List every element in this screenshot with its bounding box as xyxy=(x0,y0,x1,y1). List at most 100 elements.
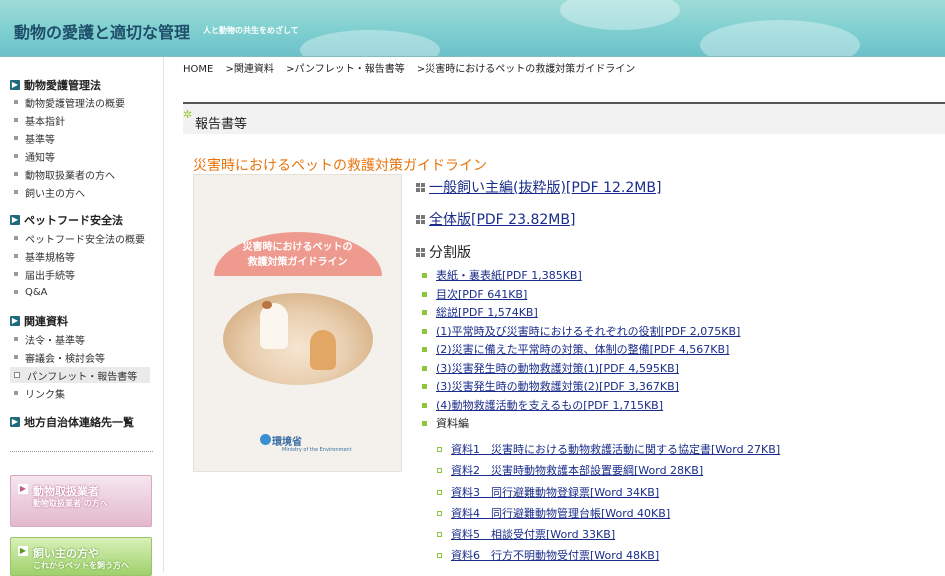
sidebar-divider xyxy=(10,451,153,452)
bullet-icon xyxy=(14,337,18,341)
part-link[interactable]: (4)動物救護活動を支えるもの[PDF 1,715KB] xyxy=(436,397,663,413)
breadcrumb-related[interactable]: >関連資料 xyxy=(226,64,274,75)
bullet-icon xyxy=(14,372,20,378)
arrow-right-icon: ▶ xyxy=(18,546,28,556)
arrow-right-icon: ▶ xyxy=(10,215,20,225)
bullet-icon xyxy=(14,290,18,294)
shiryo-link[interactable]: 資料1 災害時における動物救護活動に関する協定書[Word 27KB] xyxy=(451,441,780,457)
grid-bullet-icon xyxy=(416,214,425,224)
shiryo-link[interactable]: 資料2 災害時動物救護本部設置要綱[Word 28KB] xyxy=(451,462,703,478)
part-item: 表紙・裏表紙[PDF 1,385KB] xyxy=(422,267,582,283)
sidebar-item[interactable]: 基本指針 xyxy=(14,112,65,128)
outline-square-icon xyxy=(437,467,442,473)
part-link[interactable]: 総説[PDF 1,574KB] xyxy=(436,304,538,320)
outline-square-icon xyxy=(437,552,442,558)
outline-square-icon xyxy=(437,446,442,452)
sidebar-heading-animal-welfare-law[interactable]: ▶ 動物愛護管理法 xyxy=(10,77,101,93)
sidebar-item-active[interactable]: パンフレット・報告書等 xyxy=(10,367,150,383)
shiryo-link[interactable]: 資料3 同行避難動物登録票[Word 34KB] xyxy=(451,484,659,500)
green-square-icon xyxy=(422,365,427,371)
outline-square-icon xyxy=(437,510,442,516)
breadcrumb-current: >災害時におけるペットの救護対策ガイドライン xyxy=(416,64,636,75)
shiryo-link[interactable]: 資料4 同行避難動物管理台帳[Word 40KB] xyxy=(451,505,670,521)
sidebar: ▶ 動物愛護管理法 動物愛護管理法の概要 基本指針 基準等 通知等 動物取扱業者… xyxy=(0,57,164,576)
sidebar-item[interactable]: 届出手続等 xyxy=(14,266,75,282)
bullet-icon xyxy=(14,136,18,140)
outline-square-icon xyxy=(437,489,442,495)
shiryo-link[interactable]: 資料6 行方不明動物受付票[Word 48KB] xyxy=(451,547,659,563)
green-square-icon xyxy=(422,420,427,426)
shiryo-item: 資料6 行方不明動物受付票[Word 48KB] xyxy=(437,547,659,563)
cover-title-line1: 災害時におけるペットの xyxy=(242,242,353,253)
part-link[interactable]: (3)災害発生時の動物救護対策(2)[PDF 3,367KB] xyxy=(436,378,679,394)
site-subtitle: 人と動物の共生をめざして xyxy=(203,26,299,35)
bullet-icon xyxy=(14,391,18,395)
green-square-icon xyxy=(422,328,427,334)
part-item: (1)平常時及び災害時におけるそれぞれの役割[PDF 2,075KB] xyxy=(422,323,740,339)
sidebar-item[interactable]: 動物愛護管理法の概要 xyxy=(14,94,125,110)
bullet-icon xyxy=(14,254,18,258)
cover-logo-subtext: Ministry of the Environment xyxy=(282,447,352,453)
section-bar xyxy=(183,104,945,134)
part-link[interactable]: 表紙・裏表紙[PDF 1,385KB] xyxy=(436,267,582,283)
part-link[interactable]: (1)平常時及び災害時におけるそれぞれの役割[PDF 2,075KB] xyxy=(436,323,740,339)
sidebar-item[interactable]: リンク集 xyxy=(14,385,65,401)
bullet-icon xyxy=(14,272,18,276)
sidebar-item[interactable]: 基準規格等 xyxy=(14,248,75,264)
arrow-right-icon: ▶ xyxy=(10,417,20,427)
shiryo-link[interactable]: 資料5 相談受付票[Word 33KB] xyxy=(451,526,615,542)
sidebar-item[interactable]: 通知等 xyxy=(14,148,55,164)
bullet-icon xyxy=(14,236,18,240)
site-header: 動物の愛護と適切な管理 人と動物の共生をめざして xyxy=(0,0,945,57)
shiryo-item: 資料5 相談受付票[Word 33KB] xyxy=(437,526,615,542)
green-square-icon xyxy=(422,346,427,352)
link-general-owner-edition-text[interactable]: 一般飼い主編(抜粋版)[PDF 12.2MB] xyxy=(429,177,661,197)
green-square-icon xyxy=(422,383,427,389)
arrow-right-icon: ▶ xyxy=(18,484,28,494)
green-square-icon xyxy=(422,309,427,315)
cat-illustration xyxy=(310,330,336,370)
sidebar-heading-petfood-law[interactable]: ▶ ペットフード安全法 xyxy=(10,212,123,228)
banner-animal-business[interactable]: ▶ 動物取扱業者 動物取扱業者 の方へ xyxy=(10,475,152,527)
outline-square-icon xyxy=(437,531,442,537)
sidebar-item[interactable]: 法令・基準等 xyxy=(14,331,85,347)
part-item: 目次[PDF 641KB] xyxy=(422,286,527,302)
link-full-edition-text[interactable]: 全体版[PDF 23.82MB] xyxy=(429,209,575,229)
shiryo-item: 資料3 同行避難動物登録票[Word 34KB] xyxy=(437,484,659,500)
arrow-right-icon: ▶ xyxy=(10,316,20,326)
breadcrumb-home[interactable]: HOME xyxy=(183,64,213,75)
shiryo-item: 資料1 災害時における動物救護活動に関する協定書[Word 27KB] xyxy=(437,441,780,457)
link-full-edition: 全体版[PDF 23.82MB] xyxy=(416,209,575,229)
ministry-logo-icon xyxy=(260,434,271,445)
sidebar-item[interactable]: 基準等 xyxy=(14,130,55,146)
dog-illustration xyxy=(260,303,288,349)
sidebar-item[interactable]: ペットフード安全法の概要 xyxy=(14,230,145,246)
sidebar-heading-local-contacts[interactable]: ▶ 地方自治体連絡先一覧 xyxy=(10,414,134,430)
sidebar-item[interactable]: 審議会・検討会等 xyxy=(14,349,105,365)
arrow-right-icon: ▶ xyxy=(10,80,20,90)
sidebar-item[interactable]: 動物取扱業者の方へ xyxy=(14,166,115,182)
site-title[interactable]: 動物の愛護と適切な管理 xyxy=(14,19,190,43)
part-item: (3)災害発生時の動物救護対策(1)[PDF 4,595KB] xyxy=(422,360,679,376)
cover-image: 災害時におけるペットの 救護対策ガイドライン 環境省 Ministry of t… xyxy=(193,174,402,472)
part-link[interactable]: (3)災害発生時の動物救護対策(1)[PDF 4,595KB] xyxy=(436,360,679,376)
part-item: (3)災害発生時の動物救護対策(2)[PDF 3,367KB] xyxy=(422,378,679,394)
bullet-icon xyxy=(14,172,18,176)
cover-photo xyxy=(223,293,373,385)
banner-pet-owners[interactable]: ▶ 飼い主の方や これからペットを飼う方へ xyxy=(10,537,152,576)
part-link[interactable]: (2)災害に備えた平常時の対策、体制の整備[PDF 4,567KB] xyxy=(436,341,729,357)
sidebar-heading-related-materials[interactable]: ▶ 関連資料 xyxy=(10,313,68,329)
bullet-icon xyxy=(14,190,18,194)
dog-ear xyxy=(262,301,272,309)
part-item: (2)災害に備えた平常時の対策、体制の整備[PDF 4,567KB] xyxy=(422,341,729,357)
bullet-icon xyxy=(14,355,18,359)
sidebar-item[interactable]: Q&A xyxy=(14,284,48,300)
grid-bullet-icon xyxy=(416,247,425,257)
sidebar-item[interactable]: 飼い主の方へ xyxy=(14,184,85,200)
shiryo-item: 資料4 同行避難動物管理台帳[Word 40KB] xyxy=(437,505,670,521)
grid-bullet-icon xyxy=(416,182,425,192)
breadcrumb-pamphlets[interactable]: >パンフレット・報告書等 xyxy=(286,64,405,75)
part-link[interactable]: 目次[PDF 641KB] xyxy=(436,286,527,302)
part-item: (4)動物救護活動を支えるもの[PDF 1,715KB] xyxy=(422,397,663,413)
green-square-icon xyxy=(422,272,427,278)
